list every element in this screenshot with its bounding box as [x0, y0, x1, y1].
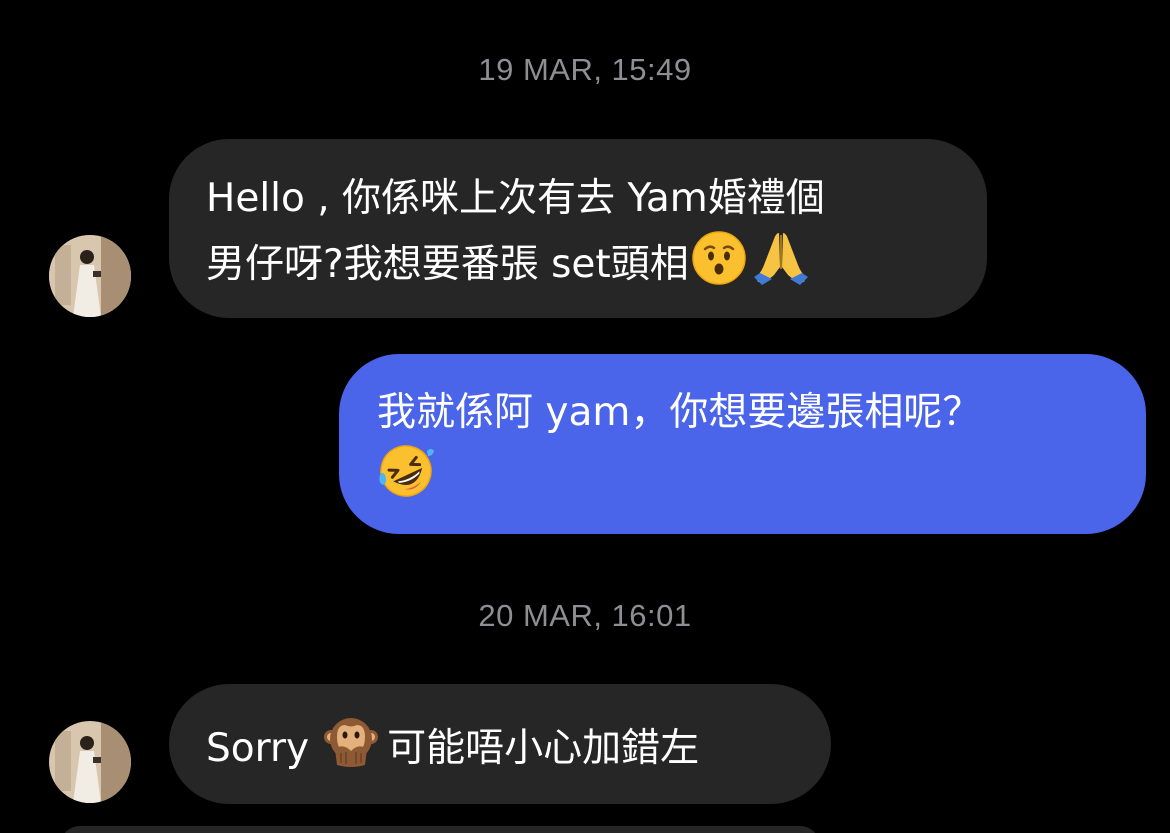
speak-no-evil-monkey-icon: [323, 713, 379, 787]
message-bubble-incoming-partial[interactable]: [60, 826, 820, 833]
message-text-line: Sorry 可能唔小心加錯左: [206, 713, 795, 787]
folded-hands-icon: [752, 229, 810, 303]
avatar-photo: [49, 235, 131, 317]
message-text: Sorry: [206, 726, 310, 771]
timestamp-divider: 20 MAR, 16:01: [478, 598, 692, 633]
contact-avatar[interactable]: [49, 235, 131, 317]
message-bubble-outgoing[interactable]: 我就係阿 yam，你想要邊張相呢？: [339, 354, 1146, 534]
message-text: 男仔呀?我想要番張 set頭相: [206, 242, 689, 287]
message-text: 可能唔小心加錯左: [387, 726, 700, 771]
message-bubble-incoming[interactable]: Sorry 可能唔小心加錯左: [169, 684, 831, 804]
message-text-line: 男仔呀?我想要番張 set頭相: [206, 229, 951, 303]
hushed-face-icon: [691, 231, 746, 303]
avatar-photo: [49, 721, 131, 803]
contact-avatar[interactable]: [49, 721, 131, 803]
rolling-on-floor-laughing-icon: [377, 443, 435, 517]
timestamp-divider: 19 MAR, 15:49: [478, 52, 692, 87]
message-bubble-incoming[interactable]: Hello , 你係咪上次有去 Yam婚禮個 男仔呀?我想要番張 set頭相: [169, 139, 987, 318]
message-text: Hello , 你係咪上次有去 Yam婚禮個: [206, 176, 825, 221]
message-text-line: [377, 443, 1112, 517]
message-text: 我就係阿 yam，你想要邊張相呢？: [377, 390, 982, 435]
